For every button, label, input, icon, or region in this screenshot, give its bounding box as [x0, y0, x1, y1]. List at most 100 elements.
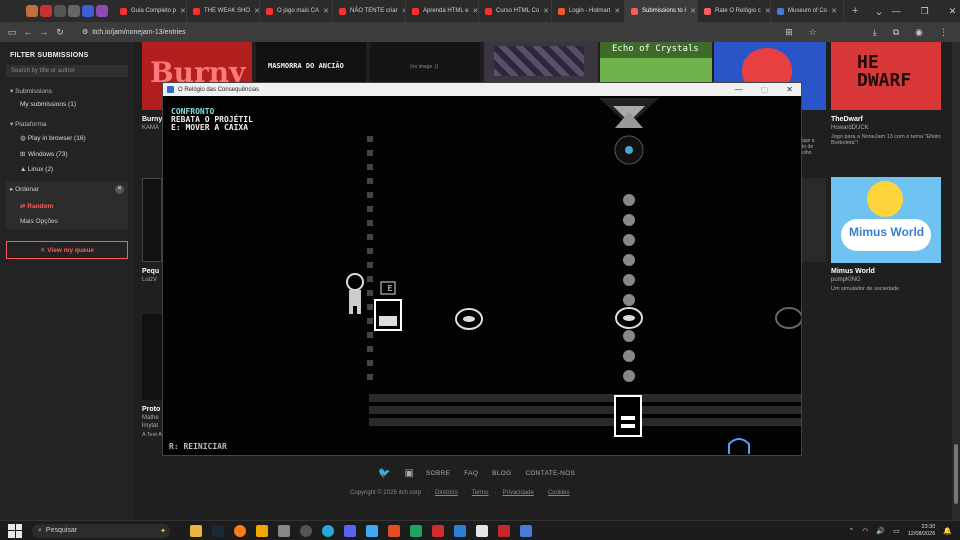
game-window-taskbar-icon[interactable] [520, 524, 532, 537]
clock[interactable]: 23:30 12/08/2026 [908, 524, 936, 538]
install-app-icon[interactable]: ⊞ [785, 27, 793, 38]
tray-chevron-icon[interactable]: ⌃ [848, 527, 854, 535]
app-icon[interactable] [300, 524, 312, 537]
search-input[interactable]: Search by title or author [6, 65, 128, 77]
close-icon[interactable]: ✕ [786, 85, 793, 94]
legal-link-directory[interactable]: Diretório [435, 490, 458, 496]
game-title[interactable]: TheDwarf [831, 116, 946, 123]
game-author[interactable]: HowardDUCK [831, 125, 946, 131]
menu-icon[interactable]: ⋮ [939, 27, 948, 38]
wifi-icon[interactable]: ◠ [862, 527, 868, 535]
more-options-link[interactable]: Mais Opções [20, 218, 124, 225]
maximize-icon[interactable]: ❐ [921, 6, 929, 17]
browser-tab[interactable]: Aprenda HTML e ✕ [406, 0, 479, 22]
tab-close-icon[interactable]: ✕ [543, 7, 549, 15]
app-icon[interactable] [256, 524, 268, 537]
platform-linux[interactable]: ▲ Linux (2) [20, 166, 128, 173]
tab-group-icon[interactable] [26, 5, 38, 17]
noimage-thumbnail[interactable]: (no image :() [370, 42, 480, 86]
browser-tab[interactable]: THE WEAK SHO ✕ [187, 0, 260, 22]
browser-tab[interactable]: Login - Hotmart ✕ [552, 0, 625, 22]
browser-tab[interactable]: Curso HTML Co ✕ [479, 0, 552, 22]
tab-list-chevron-icon[interactable]: ⌄ [866, 5, 891, 18]
browser-tab[interactable]: Rate O Relógio c ✕ [698, 0, 771, 22]
vscode-icon[interactable] [454, 524, 466, 537]
discord-icon[interactable] [344, 524, 356, 537]
url-field[interactable]: ⚙ itch.io/jam/nonejam-13/entries [82, 28, 186, 37]
game-title[interactable]: Mimus World [831, 268, 946, 275]
app-icon[interactable] [278, 524, 290, 537]
app-icon[interactable] [498, 524, 510, 537]
game-author[interactable]: Mathe [142, 415, 162, 421]
mimus-thumbnail[interactable]: Mimus World [831, 177, 941, 263]
echo-thumbnail[interactable]: Echo of Crystals [600, 42, 712, 86]
volume-icon[interactable]: 🔊 [876, 527, 885, 535]
file-explorer-icon[interactable] [190, 524, 202, 537]
tab-group-icon[interactable] [96, 5, 108, 17]
twitter-icon[interactable]: 🐦 [378, 468, 390, 479]
forward-icon[interactable]: → [36, 27, 52, 37]
app-icon[interactable] [388, 524, 400, 537]
download-icon[interactable]: ⤓ [873, 27, 877, 38]
game-author[interactable]: pumpKING [831, 277, 946, 283]
tab-close-icon[interactable]: ✕ [765, 7, 770, 15]
tab-close-icon[interactable]: ✕ [254, 7, 259, 15]
close-icon[interactable]: ✕ [949, 6, 957, 17]
game-window-titlebar[interactable]: O Relógio das Consequências — ▢ ✕ [163, 83, 801, 96]
tab-group-icons[interactable] [0, 5, 114, 17]
tab-close-icon[interactable]: ✕ [323, 7, 329, 15]
profile-icon[interactable]: ◉ [915, 27, 923, 38]
view-queue-button[interactable]: ✕ View my queue [6, 241, 128, 259]
masmorra-thumbnail[interactable]: MASMORRA DO ANCIÃO [256, 42, 366, 86]
game-title[interactable]: Pequ [142, 268, 159, 275]
bookmark-star-icon[interactable]: ☆ [809, 27, 817, 38]
site-info-icon[interactable]: ⚙ [82, 28, 88, 36]
thedwarf-thumbnail[interactable]: HE DWARF [831, 42, 941, 110]
back-icon[interactable]: ← [20, 27, 36, 37]
battery-icon[interactable]: ▭ [893, 527, 900, 535]
game-title[interactable]: Proto [142, 406, 162, 413]
facebook-icon[interactable]: ▣ [404, 468, 413, 479]
tab-close-icon[interactable]: ✕ [831, 7, 837, 15]
footer-link-about[interactable]: SOBRE [426, 470, 450, 477]
browser-tab[interactable]: NÃO TENTE criar✕ [333, 0, 406, 22]
legal-link-terms[interactable]: Termo [472, 490, 489, 496]
sort-header[interactable]: ▸ Ordenar ✕ [10, 185, 124, 194]
browser-tab[interactable]: Guia Completo p ✕ [114, 0, 187, 22]
legal-link-privacy[interactable]: Privacidade [502, 490, 533, 496]
footer-link-contact[interactable]: CONTATE-NOS [525, 470, 575, 477]
browser-tab[interactable]: Museum of Co ✕ [771, 0, 844, 22]
notifications-icon[interactable]: 🔔 [943, 527, 952, 535]
reload-icon[interactable]: ↻ [52, 27, 68, 38]
tab-close-icon[interactable]: ✕ [180, 7, 186, 15]
game-author[interactable]: KAMA [142, 125, 162, 131]
tab-close-icon[interactable]: ✕ [472, 7, 478, 15]
extensions-icon[interactable]: ⧉ [893, 27, 899, 38]
browser-tab[interactable]: O jogo mais CA ✕ [260, 0, 333, 22]
firefox-icon[interactable] [234, 524, 246, 537]
game-title[interactable]: Burny [142, 116, 162, 123]
pequ-thumbnail[interactable] [142, 178, 162, 262]
legal-link-cookies[interactable]: Cookies [548, 490, 570, 496]
sidebar-toggle-icon[interactable]: ▭ [4, 27, 20, 38]
platform-windows[interactable]: ⊞ Windows (73) [20, 150, 128, 158]
platform-browser[interactable]: ◍ Play in browser (16) [20, 134, 128, 142]
minimize-icon[interactable]: — [735, 85, 743, 94]
app-icon[interactable] [410, 524, 422, 537]
new-tab-button[interactable]: + [844, 5, 866, 17]
game-canvas[interactable]: CONFRONTO REBATA O PROJÉTIL E: MOVER A C… [163, 96, 801, 455]
proto-thumbnail[interactable] [142, 314, 162, 400]
app-icon[interactable] [476, 524, 488, 537]
app-icon[interactable] [366, 524, 378, 537]
partial-thumbnail[interactable] [800, 178, 826, 262]
game-author[interactable]: LuizV [142, 277, 159, 283]
footer-link-faq[interactable]: FAQ [464, 470, 478, 477]
tab-group-icon[interactable] [82, 5, 94, 17]
tab-close-icon[interactable]: ✕ [690, 7, 696, 15]
scrollbar-thumb[interactable] [954, 444, 958, 504]
taskbar-search[interactable]: ⌕ Pesquisar ✦ [32, 523, 170, 538]
sort-random[interactable]: ⇄ Random [20, 202, 124, 210]
my-submissions-link[interactable]: My submissions (1) [20, 101, 128, 108]
tab-group-icon[interactable] [54, 5, 66, 17]
purple-game-thumbnail[interactable] [484, 42, 598, 86]
